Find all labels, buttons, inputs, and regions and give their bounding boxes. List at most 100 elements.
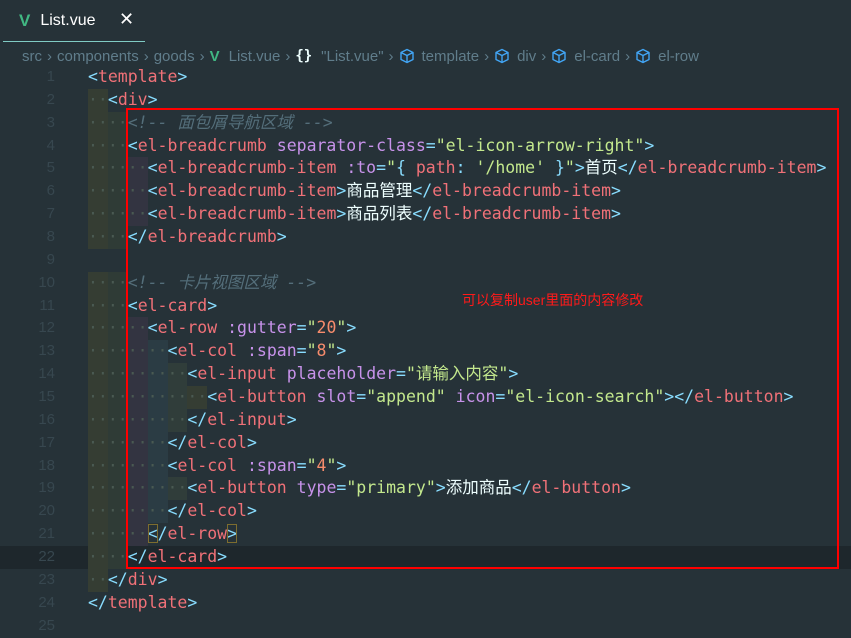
- code-token: </: [167, 432, 188, 452]
- breadcrumb-item[interactable]: components: [57, 48, 139, 65]
- code-content: ····</el-breadcrumb>: [88, 226, 287, 249]
- code-line[interactable]: 5 ······<el-breadcrumb-item :to="{ path: …: [0, 157, 851, 181]
- code-token: >: [574, 158, 585, 178]
- close-icon[interactable]: ✕: [119, 9, 134, 30]
- code-token: >: [336, 341, 347, 361]
- indent-guide: ··: [88, 157, 108, 181]
- indent-guide: ··: [88, 134, 108, 158]
- code-line[interactable]: 3 ····<!-- 面包屑导航区域 -->: [0, 111, 851, 135]
- line-number: 21: [38, 525, 55, 543]
- code-token: el-breadcrumb-item: [157, 181, 337, 201]
- code-token: 4: [316, 455, 327, 475]
- indent-guide: ··: [88, 180, 108, 204]
- indent-guide: ··: [107, 317, 128, 341]
- code-token: el-col: [177, 341, 238, 361]
- code-token: el-row: [167, 524, 228, 544]
- code-token: el-button: [694, 387, 784, 407]
- indent-guide: ··: [88, 294, 108, 318]
- breadcrumb-item[interactable]: el-row: [658, 48, 699, 65]
- cube-icon: [551, 48, 567, 64]
- chevron-right-icon: ›: [625, 47, 631, 65]
- code-line[interactable]: 19 ··········<el-button type="primary">添加…: [0, 477, 851, 501]
- code-line[interactable]: 23 ··</div>: [0, 568, 851, 592]
- line-number: 23: [38, 570, 55, 588]
- line-number: 11: [39, 296, 55, 314]
- indent-guide: ··: [107, 431, 128, 455]
- breadcrumb-item[interactable]: src: [22, 48, 42, 65]
- code-token: <: [147, 524, 158, 544]
- code-line[interactable]: 11 ····<el-card>: [0, 294, 851, 318]
- code-token: 商品管理: [346, 181, 413, 201]
- code-line[interactable]: 4 ····<el-breadcrumb separator-class="el-…: [0, 134, 851, 158]
- code-token: </: [617, 158, 638, 178]
- code-line[interactable]: 9: [0, 249, 851, 272]
- code-token: }: [545, 158, 565, 178]
- code-editor[interactable]: 1 <template> 2 ··<div> 3 ····<!-- 面包屑导航区域 -->…: [0, 66, 851, 637]
- code-token: ": [306, 318, 317, 338]
- breadcrumb-item[interactable]: "List.vue": [321, 48, 383, 65]
- breadcrumb-item[interactable]: List.vue: [229, 48, 281, 65]
- indent-guide: ··: [127, 500, 148, 524]
- chevron-right-icon: ›: [285, 47, 291, 65]
- code-line[interactable]: 24 </template>: [0, 592, 851, 615]
- breadcrumb-item[interactable]: goods: [154, 48, 195, 65]
- vue-icon: V: [209, 47, 220, 65]
- line-number: 9: [46, 250, 55, 268]
- tab-list-vue[interactable]: V List.vue ✕: [3, 0, 145, 42]
- chevron-right-icon: ›: [143, 47, 149, 65]
- code-content: ······<el-row :gutter="20">: [88, 317, 356, 341]
- code-line[interactable]: 22 ····</el-card>: [0, 546, 851, 569]
- indent-guide: ··: [88, 386, 108, 409]
- code-line[interactable]: 10 ····<!-- 卡片视图区域 -->: [0, 271, 851, 295]
- indent-guide: ··: [147, 408, 168, 432]
- code-token: '/home': [475, 158, 546, 178]
- indent-guide: ··: [167, 363, 188, 387]
- breadcrumb-item[interactable]: el-card: [574, 48, 620, 65]
- indent-guide: ··: [147, 454, 168, 478]
- code-line[interactable]: 25: [0, 615, 851, 638]
- code-line[interactable]: 17 ········</el-col>: [0, 431, 851, 455]
- code-line[interactable]: 16 ··········</el-input>: [0, 408, 851, 432]
- code-token: >: [177, 67, 188, 86]
- code-token: el-card: [147, 547, 218, 567]
- code-token: "el-icon-search": [505, 387, 665, 407]
- indent-guide: ··: [127, 523, 148, 547]
- code-token: </: [412, 181, 433, 201]
- code-line[interactable]: 13 ········<el-col :span="8">: [0, 340, 851, 364]
- code-token: <: [147, 181, 158, 201]
- breadcrumb-item[interactable]: template: [422, 48, 480, 65]
- code-line[interactable]: 1 <template>: [0, 66, 851, 89]
- vue-icon: V: [19, 10, 31, 30]
- code-line[interactable]: 20 ········</el-col>: [0, 500, 851, 524]
- code-line[interactable]: 7 ······<el-breadcrumb-item>商品列表</el-brea…: [0, 203, 851, 227]
- indent-guide: ··: [147, 477, 168, 501]
- code-token: >: [611, 204, 621, 224]
- code-line[interactable]: 14 ··········<el-input placeholder="请输入内容…: [0, 363, 851, 387]
- code-line[interactable]: 8 ····</el-breadcrumb>: [0, 226, 851, 249]
- breadcrumb-item[interactable]: div: [517, 48, 536, 65]
- tab-bar: V List.vue ✕: [0, 0, 851, 42]
- indent-guide: ··: [107, 203, 128, 227]
- code-line[interactable]: 21 ······</el-row>: [0, 523, 851, 547]
- code-token: <!-- 卡片视图区域 -->: [127, 272, 317, 292]
- indent-guide: ··: [88, 523, 108, 547]
- code-content: ········</el-col>: [88, 431, 257, 455]
- indent-guide: ··: [88, 203, 108, 227]
- code-line[interactable]: 2 ··<div>: [0, 88, 851, 112]
- indent-guide: ··: [127, 408, 148, 432]
- code-token: "el-icon-arrow-right": [435, 135, 645, 155]
- code-token: =: [296, 455, 307, 475]
- code-token: el-button: [531, 478, 621, 498]
- code-token: 8: [316, 341, 327, 361]
- code-line[interactable]: 15 ············<el-button slot="append" i…: [0, 386, 851, 409]
- code-token: =: [296, 318, 307, 338]
- code-token: separator-class: [276, 135, 426, 155]
- code-token: >: [187, 592, 198, 612]
- breadcrumb: src › components › goods › V List.vue ›{} "List.v…: [22, 45, 699, 67]
- code-content: ··<div>: [88, 88, 158, 112]
- code-line[interactable]: 18 ········<el-col :span="4">: [0, 454, 851, 478]
- code-line[interactable]: 12 ······<el-row :gutter="20">: [0, 317, 851, 341]
- code-token: =: [336, 478, 347, 498]
- code-line[interactable]: 6 ······<el-breadcrumb-item>商品管理</el-brea…: [0, 180, 851, 204]
- indent-guide: ··: [147, 431, 168, 455]
